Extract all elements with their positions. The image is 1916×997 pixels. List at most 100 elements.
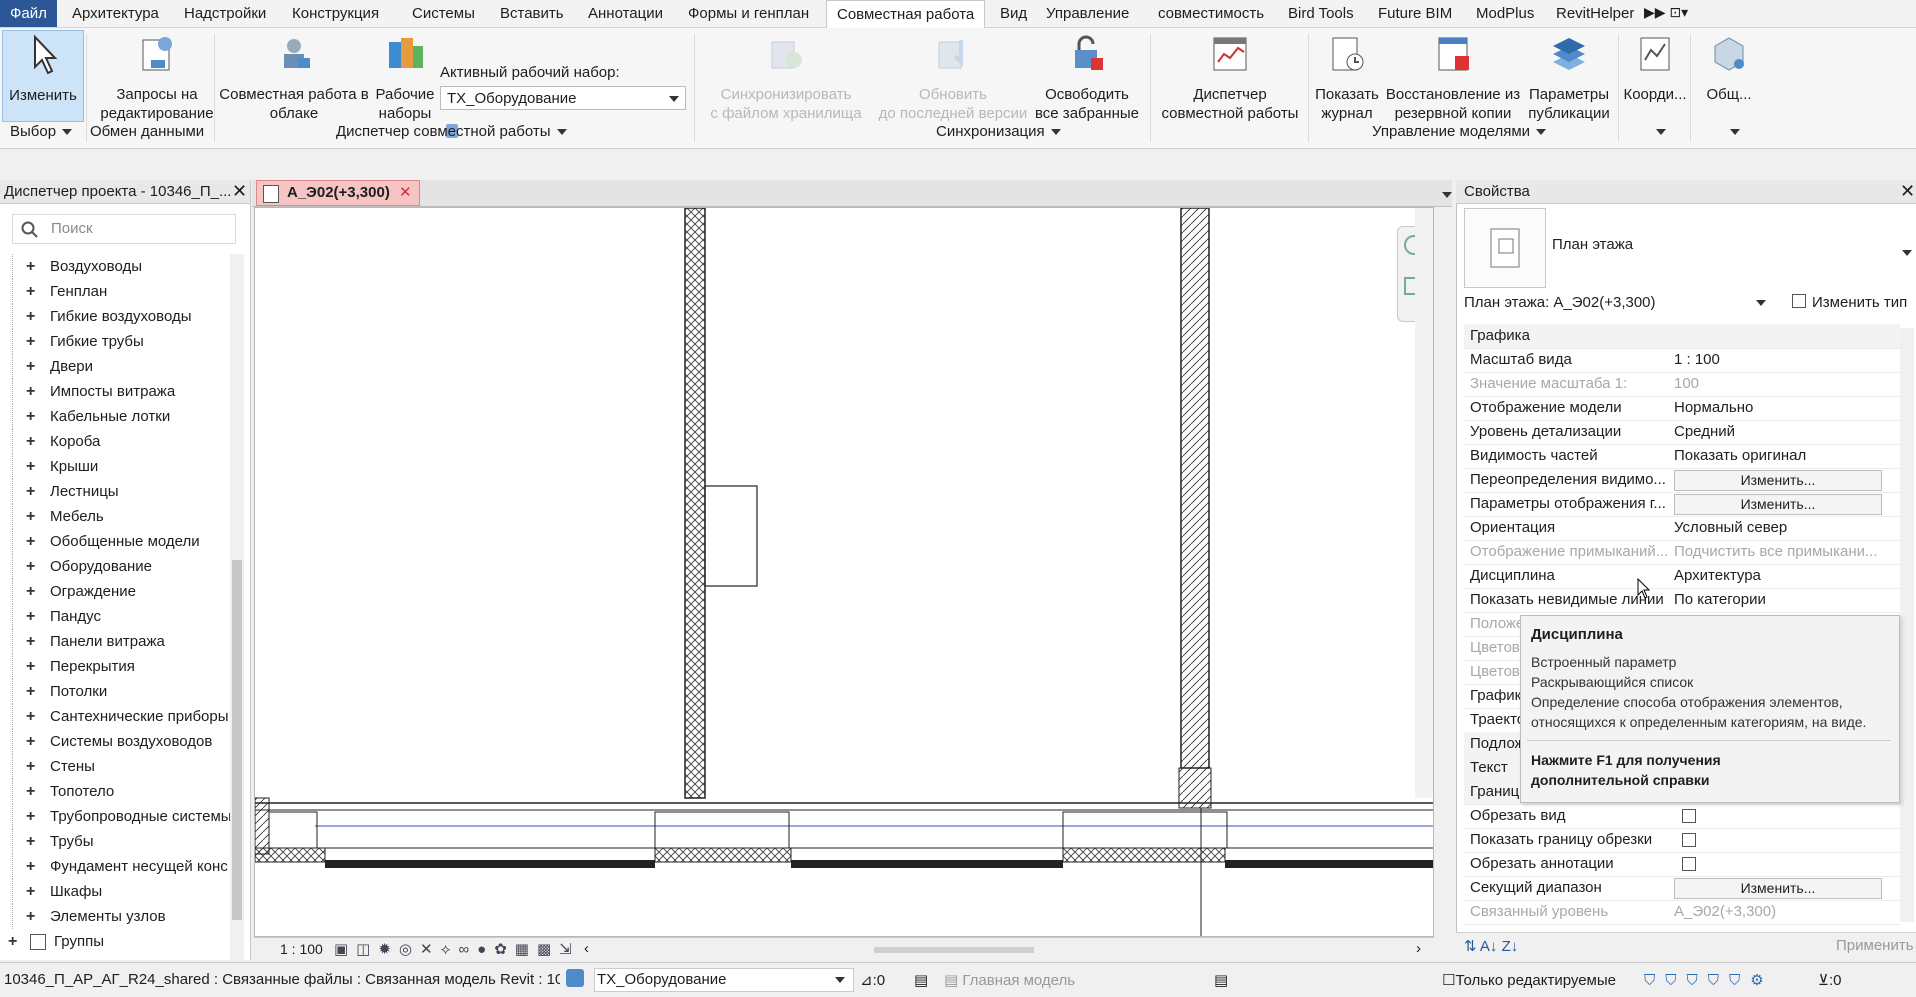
cloud-collaboration-button[interactable]: Совместная работа в облаке	[218, 30, 370, 123]
panel-select[interactable]: Выбор	[10, 123, 73, 140]
tree-item[interactable]: + Ограждение	[0, 579, 230, 604]
view-control-icons[interactable]: ▣◫✹◎✕⟡∞●✿▦▩⇲	[334, 940, 580, 958]
expand-icon[interactable]: +	[26, 904, 35, 929]
tree-item[interactable]: + Шкафы	[0, 879, 230, 904]
expand-icon[interactable]: +	[26, 679, 35, 704]
project-browser-close-icon[interactable]: ✕	[232, 181, 247, 202]
active-workset-select[interactable]: ТХ_Оборудование	[440, 86, 686, 110]
checkbox[interactable]	[1682, 809, 1696, 823]
scroll-right-icon[interactable]: ›	[1416, 940, 1421, 957]
exclude-options-icon[interactable]: ▤	[1214, 971, 1228, 989]
sort-icons[interactable]: ⇅ A↓ Z↓	[1464, 937, 1518, 955]
tree-item[interactable]: + Оборудование	[0, 554, 230, 579]
edit-button[interactable]: Изменить...	[1674, 470, 1882, 491]
project-browser-search[interactable]	[12, 214, 236, 244]
type-selector-caret[interactable]	[1896, 244, 1912, 261]
expand-icon[interactable]: +	[26, 754, 35, 779]
menu-tab[interactable]: Аннотации	[578, 0, 673, 27]
expand-icon[interactable]: +	[8, 929, 17, 954]
menu-tab[interactable]: Конструкция	[282, 0, 389, 27]
selection-filter-icons[interactable]: ⛉⛉⛉⛉⛉⚙	[1644, 971, 1774, 989]
property-row[interactable]: Отображение примыканий... Подчистить все …	[1464, 540, 1900, 565]
tree-item[interactable]: + Импосты витража	[0, 379, 230, 404]
tree-item[interactable]: + Кабельные лотки	[0, 404, 230, 429]
expand-icon[interactable]: +	[26, 429, 35, 454]
panel-sync[interactable]: Синхронизация	[936, 123, 1061, 140]
property-row[interactable]: Уровень детализации Средний	[1464, 420, 1900, 445]
tree-item[interactable]: + Трубы	[0, 829, 230, 854]
menu-tab[interactable]: RevitHelper	[1546, 0, 1644, 27]
filter-count[interactable]: ⊻:0	[1818, 971, 1842, 989]
panel-models[interactable]: Управление моделями	[1372, 123, 1547, 140]
close-tab-icon[interactable]: ✕	[399, 181, 412, 205]
status-workset-select[interactable]: ТХ_Оборудование	[594, 968, 854, 992]
expand-icon[interactable]: +	[26, 279, 35, 304]
expand-icon[interactable]: +	[26, 604, 35, 629]
menu-tab[interactable]: Совместная работа	[826, 0, 986, 29]
tree-item[interactable]: + Перекрытия	[0, 654, 230, 679]
expand-icon[interactable]: +	[26, 354, 35, 379]
expand-icon[interactable]: +	[26, 529, 35, 554]
coordination-button[interactable]: Коорди...	[1622, 30, 1688, 104]
expand-icon[interactable]: +	[26, 779, 35, 804]
tree-item[interactable]: + Стены	[0, 754, 230, 779]
tree-item[interactable]: + Элементы узлов	[0, 904, 230, 929]
edit-type-button[interactable]: Изменить тип	[1792, 294, 1907, 311]
view-scale[interactable]: 1 : 100	[280, 941, 323, 957]
worksets-button[interactable]: Рабочие наборы	[370, 30, 440, 123]
expand-icon[interactable]: +	[26, 729, 35, 754]
property-row[interactable]: Отображение модели Нормально	[1464, 396, 1900, 421]
tree-item[interactable]: + Воздуховоды	[0, 254, 230, 279]
scroll-left-icon[interactable]: ‹	[584, 940, 589, 957]
checkbox[interactable]	[1682, 833, 1696, 847]
editing-requests-button[interactable]: Запросы на редактирование	[94, 30, 220, 123]
property-row[interactable]: Секущий диапазон Изменить...	[1464, 876, 1900, 901]
editable-only-toggle[interactable]: ☐Только редактируемые	[1442, 971, 1616, 989]
apply-button[interactable]: Применить	[1836, 937, 1914, 954]
view-tab[interactable]: А_Э02(+3,300) ✕	[256, 180, 420, 206]
instance-filter[interactable]: План этажа: А_Э02(+3,300)	[1464, 294, 1766, 311]
property-row[interactable]: Ориентация Условный север	[1464, 516, 1900, 541]
publish-settings-button[interactable]: Параметры публикации	[1524, 30, 1614, 123]
type-selector[interactable]: План этажа	[1552, 236, 1633, 253]
tree-item-groups[interactable]: + Группы	[0, 929, 230, 954]
restore-backup-button[interactable]: Восстановление из резервной копии	[1384, 30, 1522, 123]
checkbox[interactable]	[1682, 857, 1696, 871]
relinquish-all-button[interactable]: Освободить все забранные	[1032, 30, 1142, 123]
tree-item[interactable]: + Панели витража	[0, 629, 230, 654]
tree-item[interactable]: + Гибкие трубы	[0, 329, 230, 354]
expand-icon[interactable]: +	[26, 879, 35, 904]
expand-icon[interactable]: +	[26, 479, 35, 504]
tree-item[interactable]: + Генплан	[0, 279, 230, 304]
properties-scrollbar[interactable]	[1900, 328, 1914, 922]
menu-tab[interactable]: Надстройки	[174, 0, 276, 27]
horizontal-scroll-thumb[interactable]	[874, 947, 1034, 953]
tree-item[interactable]: + Короба	[0, 429, 230, 454]
group-graphics[interactable]: Графика	[1464, 324, 1900, 349]
property-row[interactable]: Переопределения видимо... Изменить...	[1464, 468, 1900, 493]
search-input[interactable]	[49, 219, 233, 238]
show-history-button[interactable]: Показать журнал	[1312, 30, 1382, 123]
expand-icon[interactable]: +	[26, 629, 35, 654]
tree-item[interactable]: + Гибкие воздуховоды	[0, 304, 230, 329]
menu-tab[interactable]: Вставить	[490, 0, 574, 27]
menu-tab[interactable]: Файл	[0, 0, 57, 27]
more-tabs-icon[interactable]: ▶▶ ⊡▾	[1644, 4, 1688, 21]
expand-icon[interactable]: +	[26, 704, 35, 729]
property-row[interactable]: Дисциплина Архитектура	[1464, 564, 1900, 589]
panel-coord-caret[interactable]	[1650, 123, 1666, 140]
expand-icon[interactable]: +	[26, 829, 35, 854]
property-row[interactable]: Масштаб вида 1 : 100	[1464, 348, 1900, 373]
tree-item[interactable]: + Сантехнические приборы	[0, 704, 230, 729]
tree-item[interactable]: + Фундамент несущей конс	[0, 854, 230, 879]
expand-icon[interactable]: +	[26, 654, 35, 679]
expand-icon[interactable]: +	[26, 554, 35, 579]
design-option-select[interactable]: ▤ Главная модель	[944, 971, 1075, 989]
tree-item[interactable]: + Лестницы	[0, 479, 230, 504]
canvas-scrollbar[interactable]	[1415, 208, 1433, 798]
editable-count[interactable]: ⊿:0	[860, 971, 885, 989]
property-row[interactable]: Параметры отображения г... Изменить...	[1464, 492, 1900, 517]
properties-close-icon[interactable]: ✕	[1900, 181, 1915, 202]
tree-item[interactable]: + Двери	[0, 354, 230, 379]
property-row[interactable]: Видимость частей Показать оригинал	[1464, 444, 1900, 469]
